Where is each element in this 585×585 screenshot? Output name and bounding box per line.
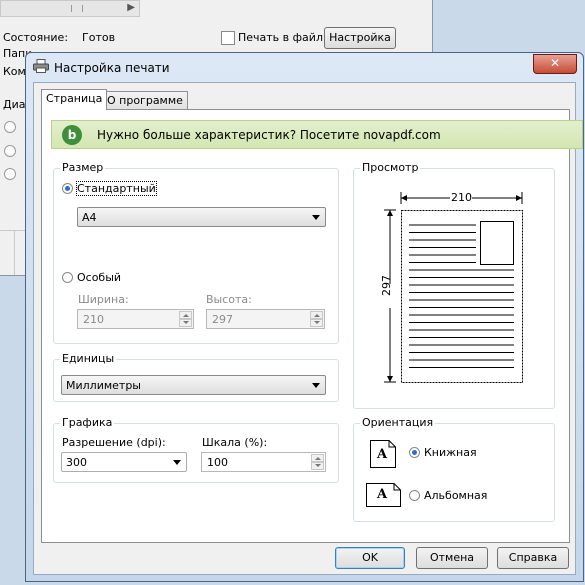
width-value: 210	[83, 313, 104, 326]
comment-label-fragment: Ком	[3, 65, 26, 78]
preview-width-dimension: 210	[451, 191, 472, 204]
custom-size-label: Особый	[77, 271, 122, 284]
size-group-label: Размер	[60, 161, 106, 174]
resolution-label: Разрешение (dpi):	[62, 436, 166, 449]
portrait-icon: A	[370, 440, 396, 468]
scale-stepper[interactable]: 100	[201, 452, 326, 472]
printer-icon	[33, 59, 49, 73]
preview-group-label: Просмотр	[360, 161, 421, 174]
units-value: Миллиметры	[66, 379, 141, 392]
height-stepper[interactable]: 297	[206, 309, 325, 329]
tab-page-label: Страница	[46, 92, 103, 105]
height-value: 297	[212, 313, 233, 326]
tab-about[interactable]: О программе	[102, 91, 188, 109]
width-label: Ширина:	[78, 293, 129, 306]
orientation-group-label: Ориентация	[360, 416, 436, 429]
portrait-label: Книжная	[424, 446, 477, 459]
landscape-icon: A	[366, 483, 401, 507]
scale-value: 100	[207, 456, 228, 469]
spin-down-icon[interactable]	[179, 319, 192, 327]
custom-size-radio[interactable]	[62, 272, 73, 283]
page-preview	[383, 191, 523, 383]
promo-text: Нужно больше характеристик? Посетите nov…	[97, 128, 441, 142]
portrait-radio[interactable]	[409, 447, 420, 458]
paper-size-value: A4	[82, 211, 97, 224]
scale-stepper-buttons[interactable]	[311, 454, 324, 470]
range-selection-radio[interactable]	[4, 145, 16, 157]
print-to-file-label: Печать в файл	[238, 31, 323, 44]
landscape-radio[interactable]	[409, 490, 420, 501]
title-bar[interactable]: Настройка печати ✕	[26, 53, 583, 81]
landscape-label: Альбомная	[424, 489, 488, 502]
standard-size-label: Стандартный	[76, 181, 157, 196]
preview-height-dimension: 297	[380, 275, 393, 296]
spin-down-icon[interactable]	[310, 319, 323, 327]
cancel-button[interactable]: Отмена	[416, 547, 488, 569]
dialog-title: Настройка печати	[54, 61, 170, 75]
units-dropdown[interactable]: Миллиметры	[61, 375, 326, 395]
height-label: Высота:	[206, 293, 252, 306]
chevron-down-icon	[312, 215, 320, 220]
divider	[14, 230, 15, 275]
width-stepper[interactable]: 210	[77, 309, 194, 329]
paper-size-dropdown[interactable]: A4	[77, 207, 326, 227]
portrait-icon-letter: A	[377, 447, 388, 462]
tab-page[interactable]: Страница	[41, 89, 108, 110]
spin-up-icon[interactable]	[310, 311, 323, 319]
scale-label: Шкала (%):	[202, 436, 268, 449]
tab-about-label: О программе	[107, 94, 183, 107]
spin-up-icon[interactable]	[179, 311, 192, 319]
promo-banner[interactable]: b Нужно больше характеристик? Посетите n…	[51, 120, 583, 149]
standard-size-radio[interactable]	[62, 183, 73, 194]
settings-button[interactable]: Настройка	[324, 27, 396, 49]
graphics-group-label: Графика	[60, 416, 115, 429]
chevron-down-icon	[312, 383, 320, 388]
units-group-label: Единицы	[60, 352, 117, 365]
width-stepper-buttons[interactable]	[179, 311, 192, 327]
resolution-dropdown[interactable]: 300	[61, 452, 187, 472]
range-all-radio[interactable]	[4, 121, 16, 133]
height-stepper-buttons[interactable]	[310, 311, 323, 327]
close-button[interactable]: ✕	[533, 54, 577, 74]
scrollbar-thumb[interactable]	[71, 5, 83, 12]
status-value: Готов	[82, 31, 116, 44]
chevron-down-icon	[173, 460, 181, 465]
status-label: Состояние:	[3, 31, 69, 44]
resolution-value: 300	[66, 456, 87, 469]
scroll-right-icon[interactable]: ▶	[127, 2, 135, 13]
ok-button[interactable]: OK	[335, 547, 405, 569]
spin-down-icon[interactable]	[311, 462, 324, 470]
background-scrollbar[interactable]: ▶	[0, 0, 140, 17]
spin-up-icon[interactable]	[311, 454, 324, 462]
range-pages-radio[interactable]	[4, 168, 16, 180]
novapdf-logo-icon: b	[62, 125, 82, 145]
landscape-icon-letter: A	[377, 487, 388, 502]
orientation-group: Ориентация	[353, 416, 555, 522]
help-button[interactable]: Справка	[497, 547, 569, 569]
print-to-file-checkbox[interactable]	[221, 31, 235, 45]
